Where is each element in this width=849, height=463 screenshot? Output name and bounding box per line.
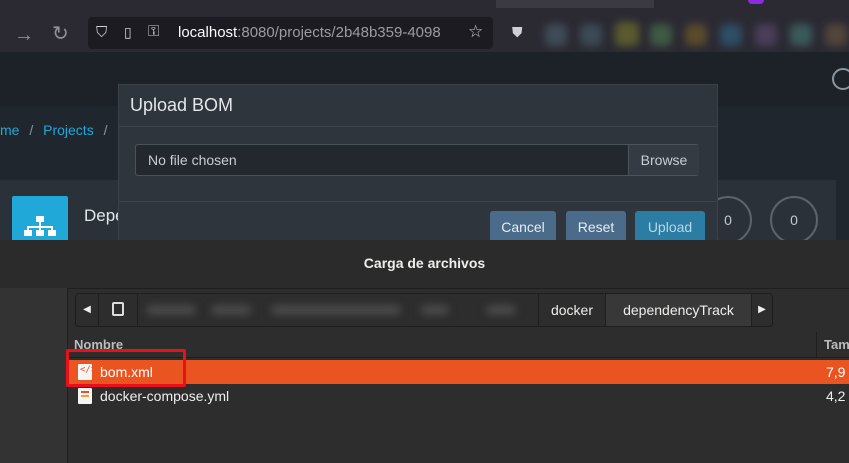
file-size: 4,2 [826, 388, 846, 404]
extension-icon[interactable] [545, 24, 567, 46]
yml-file-icon [78, 388, 92, 404]
extension-icon[interactable] [720, 24, 742, 46]
extension-icon[interactable] [650, 24, 672, 46]
path-scroll-right-icon[interactable]: ▶ [752, 294, 772, 326]
path-segment-redacted[interactable] [271, 305, 401, 315]
file-row[interactable]: docker-compose.yml 4,2 [68, 384, 849, 408]
browser-toolbar: → ↻ ⛉ ▯ ⚿ localhost:8080/projects/2b48b3… [0, 0, 849, 52]
dialog-title: Carga de archivos [363, 255, 486, 271]
file-input[interactable]: No file chosen Browse [135, 144, 699, 176]
dialog-header: Carga de archivos [0, 240, 849, 289]
extension-icon[interactable] [685, 24, 707, 46]
divider [816, 332, 817, 357]
file-size: 7,9 [826, 364, 846, 380]
column-size[interactable]: Tam [824, 337, 849, 352]
browse-button[interactable]: Browse [628, 145, 699, 175]
url-path: :8080/projects/2b48b359-4098 [237, 24, 441, 41]
breadcrumb: me / Projects / I [0, 122, 121, 138]
upload-bom-modal: Upload BOM No file chosen Browse Cancel … [118, 84, 718, 246]
forward-arrow-icon[interactable]: → [14, 25, 34, 45]
path-segment-redacted[interactable] [146, 305, 196, 315]
file-name: docker-compose.yml [100, 388, 230, 404]
page-icon[interactable]: ▯ [124, 24, 132, 41]
breadcrumb-separator: / [29, 122, 34, 138]
star-icon[interactable]: ☆ [468, 22, 483, 42]
address-bar[interactable]: ⛉ ▯ ⚿ localhost:8080/projects/2b48b359-4… [88, 17, 493, 49]
hierarchy-tile [12, 196, 68, 246]
divider [119, 126, 717, 127]
highlight-box [66, 349, 186, 387]
divider [119, 201, 717, 202]
shield-icon[interactable]: ⛉ [96, 24, 107, 41]
reload-icon[interactable]: ↻ [52, 24, 69, 44]
extension-icon[interactable] [580, 24, 602, 46]
path-segment-docker[interactable]: docker [539, 294, 605, 326]
breadcrumb-projects[interactable]: Projects [43, 122, 94, 138]
drive-icon[interactable] [99, 294, 137, 326]
gauge: 0 [770, 196, 818, 244]
url-host: localhost [178, 24, 238, 41]
extension-icon[interactable] [825, 24, 847, 46]
hierarchy-icon [24, 216, 56, 236]
path-segment-redacted[interactable] [486, 305, 516, 315]
gauge-value: 0 [790, 212, 798, 228]
file-input-placeholder: No file chosen [148, 152, 237, 168]
user-avatar-icon[interactable] [832, 68, 849, 90]
path-scroll-left-icon[interactable]: ◀ [76, 294, 98, 326]
modal-title: Upload BOM [130, 95, 234, 115]
path-segment-redacted[interactable] [421, 305, 449, 315]
path-bar: ◀ docker dependencyTrack ▶ [75, 293, 773, 327]
divider [137, 294, 138, 326]
extension-icon[interactable] [615, 22, 639, 46]
pocket-icon[interactable]: ⛊ [512, 24, 523, 41]
breadcrumb-home[interactable]: me [0, 122, 19, 138]
path-segment-redacted[interactable] [211, 305, 251, 315]
extension-icon[interactable] [755, 24, 777, 46]
places-sidebar[interactable] [0, 288, 68, 463]
breadcrumb-separator: / [103, 122, 108, 138]
profile-icon[interactable] [748, 0, 764, 4]
url-text[interactable]: localhost:8080/projects/2b48b359-4098 [178, 24, 458, 41]
tab-strip-fragment [496, 0, 654, 8]
path-segment-current[interactable]: dependencyTrack [606, 294, 751, 326]
gauge-value: 0 [724, 212, 732, 228]
extension-icon[interactable] [790, 24, 812, 46]
key-icon[interactable]: ⚿ [148, 23, 159, 40]
